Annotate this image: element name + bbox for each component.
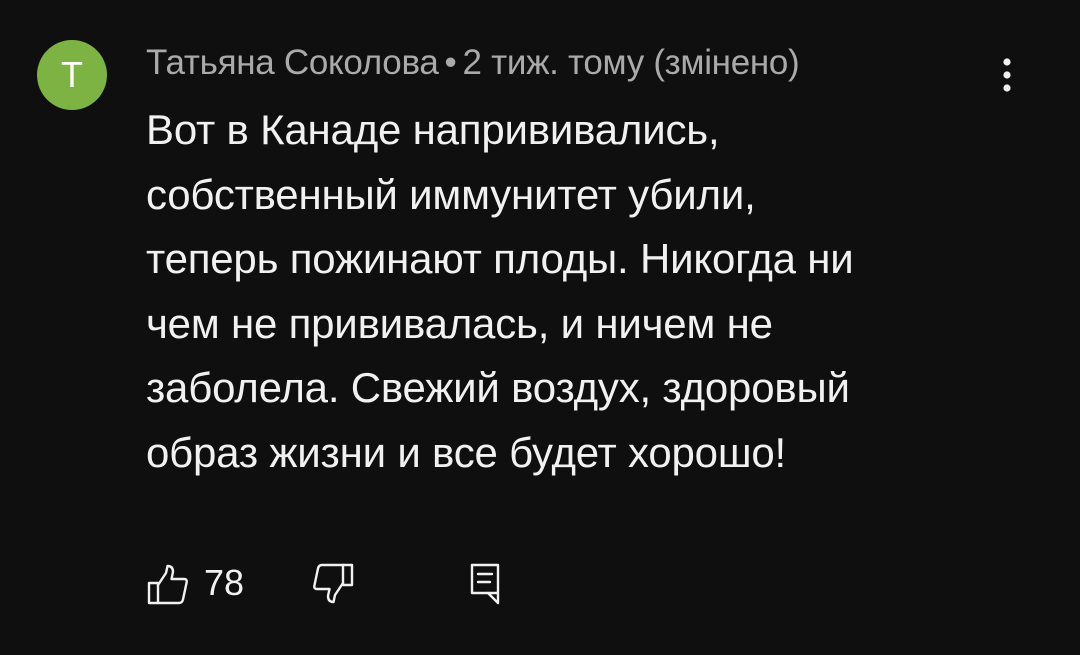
- comment-text-line: Вот в Канаде напрививались,: [146, 106, 720, 153]
- reply-button[interactable]: [468, 555, 512, 611]
- comment-text-line: собственный иммунитет убили,: [146, 170, 756, 218]
- avatar[interactable]: Т: [37, 40, 107, 110]
- comment-text: Вот в Канаде напрививались, собственный …: [146, 98, 1026, 485]
- comment-text-line: заболела. Свежий воздух, здоровый: [146, 364, 850, 411]
- edited-label: (змінено): [653, 43, 800, 82]
- author-name[interactable]: Татьяна Соколова: [146, 43, 439, 82]
- comment-item: Т Татьяна Соколова • 2 тиж. тому (змінено)…: [0, 0, 1080, 655]
- dislike-button[interactable]: [312, 555, 356, 611]
- more-vert-icon: [1003, 58, 1011, 92]
- thumbs-down-icon: [313, 563, 354, 604]
- comment-text-line: чем не прививалась, и ничем не: [146, 299, 773, 347]
- comment-header: Татьяна Соколова • 2 тиж. тому (змінено): [146, 40, 800, 86]
- comment-text-line: образ жизни и все будет хорошо!: [146, 428, 786, 476]
- reply-comment-icon: [470, 563, 500, 605]
- thumbs-up-icon: [147, 564, 188, 605]
- like-button[interactable]: 78: [146, 555, 256, 611]
- like-count: 78: [204, 562, 245, 603]
- comment-text-line: теперь пожинают плоды. Никогда ни: [146, 235, 854, 282]
- meta-separator: •: [444, 43, 457, 82]
- more-options-button[interactable]: [990, 52, 1024, 102]
- comment-time: 2 тиж. тому: [462, 43, 645, 82]
